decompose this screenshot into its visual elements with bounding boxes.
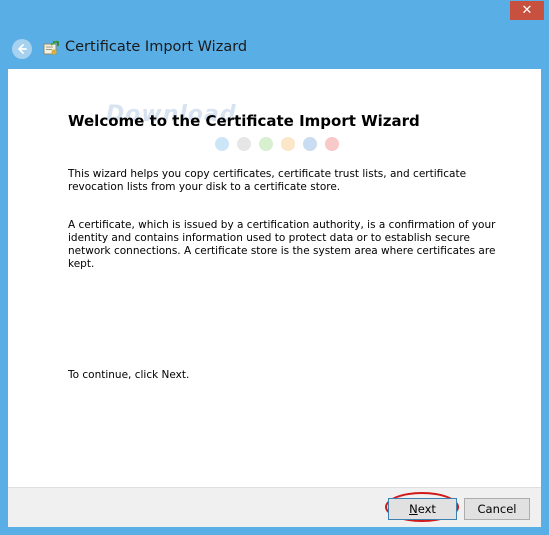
close-icon: ✕ [521,3,533,18]
watermark-dot [303,137,317,151]
close-button[interactable]: ✕ [510,1,544,20]
next-button[interactable]: Next [388,498,457,520]
button-bar: Next Cancel [8,487,541,527]
watermark-dot [281,137,295,151]
wizard-window: ✕ Certificate Import Wizard Download Wel… [0,0,549,535]
certificate-description: A certificate, which is issued by a cert… [68,219,496,270]
watermark-dot [215,137,229,151]
watermark-dots [215,137,345,153]
title-bar: Certificate Import Wizard [0,30,549,68]
next-label: ext [417,502,436,516]
intro-paragraph: This wizard helps you copy certificates,… [68,168,467,193]
back-button[interactable] [12,39,32,59]
watermark-dot [325,137,339,151]
watermark-dot [259,137,273,151]
certificate-icon [43,40,59,55]
window-title: Certificate Import Wizard [65,39,248,55]
wizard-content: Download Welcome to the Certificate Impo… [8,69,541,487]
continue-instruction: To continue, click Next. [68,369,190,381]
page-heading: Welcome to the Certificate Import Wizard [68,112,420,130]
back-arrow-icon [18,44,27,54]
watermark-dot [237,137,251,151]
cancel-button[interactable]: Cancel [464,498,530,520]
next-mnemonic: N [409,502,418,516]
